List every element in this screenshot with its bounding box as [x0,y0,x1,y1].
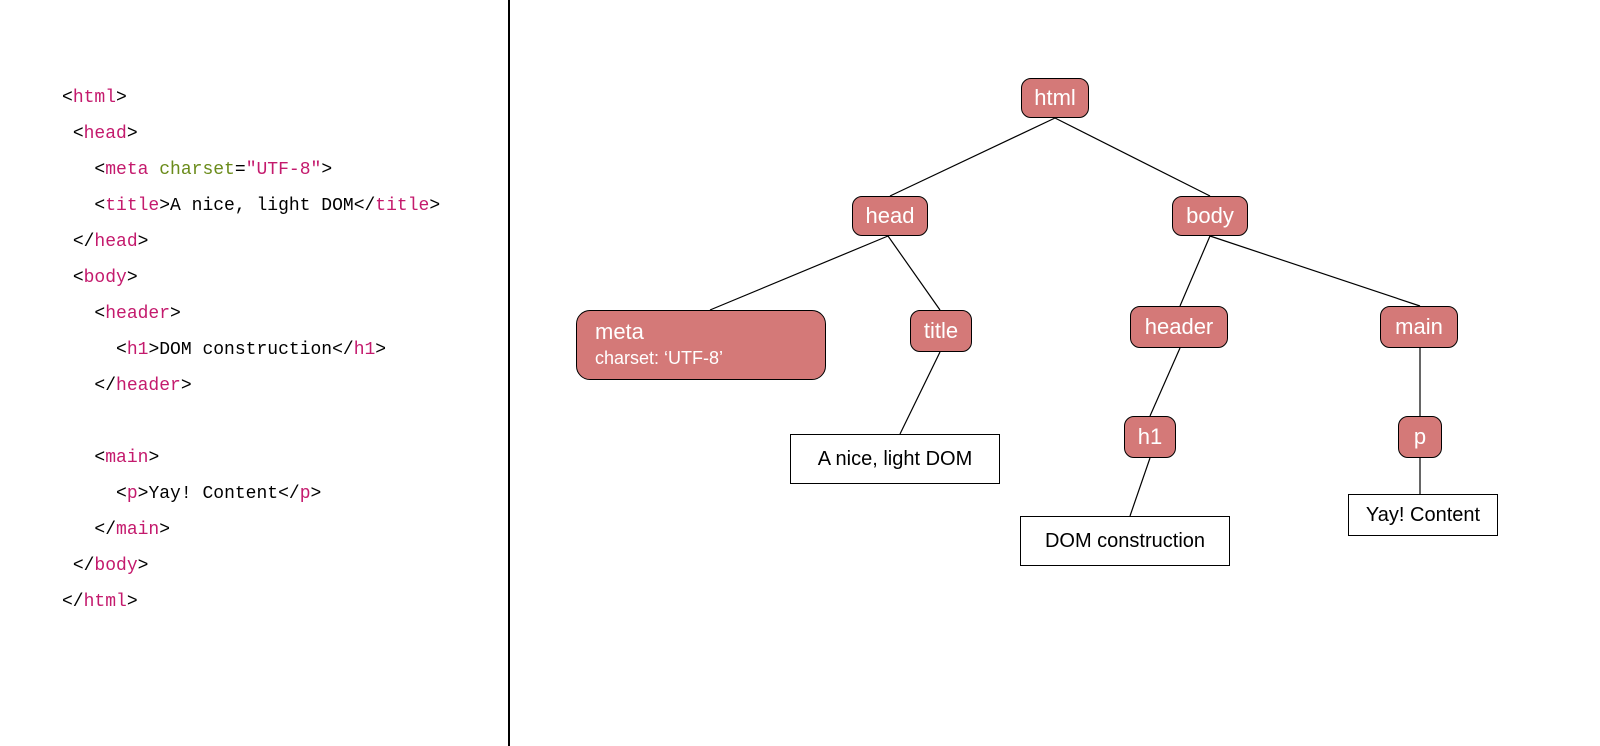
tree-node-head-label: head [866,204,915,228]
tree-leaf-p-text-label: Yay! Content [1366,504,1480,527]
tree-node-meta-label: meta [595,320,644,344]
tree-leaf-h1-text: DOM construction [1020,516,1230,566]
code-tag-head-open: head [84,124,127,144]
tree-node-meta: meta charset: ‘UTF-8’ [576,310,826,380]
tree-node-header-label: header [1145,315,1214,339]
code-tag-p-close: p [300,484,311,504]
code-tag-meta: meta [105,160,148,180]
code-tag-head-close: head [94,232,137,252]
tree-leaf-h1-text-label: DOM construction [1045,530,1205,553]
code-tag-main-close: main [116,520,159,540]
dom-tree-diagram: html head body meta charset: ‘UTF-8’ tit… [510,0,1600,746]
tree-node-title-label: title [924,319,958,343]
code-h1-text: DOM construction [159,340,332,360]
code-tag-title-close: title [375,196,429,216]
code-tag-h1-open: h1 [127,340,149,360]
code-tag-html-close: html [84,592,127,612]
code-tag-body-close: body [94,556,137,576]
tree-node-main-label: main [1395,315,1443,339]
tree-leaf-p-text: Yay! Content [1348,494,1498,536]
code-title-text: A nice, light DOM [170,196,354,216]
tree-node-meta-sub: charset: ‘UTF-8’ [595,346,723,370]
tree-node-p-label: p [1414,425,1426,449]
code-attr-charset: charset [159,160,235,180]
tree-node-title: title [910,310,972,352]
tree-node-head: head [852,196,928,236]
tree-leaf-title-text: A nice, light DOM [790,434,1000,484]
code-p-text: Yay! Content [148,484,278,504]
tree-node-body-label: body [1186,204,1234,228]
tree-leaf-title-text-label: A nice, light DOM [818,448,973,471]
code-tag-title-open: title [105,196,159,216]
tree-node-body: body [1172,196,1248,236]
tree-node-h1-label: h1 [1138,425,1162,449]
code-attr-charset-value: "UTF-8" [246,160,322,180]
tree-node-html: html [1021,78,1089,118]
tree-node-html-label: html [1034,86,1076,110]
code-tag-html-open: html [73,88,116,108]
code-tag-header-close: header [116,376,181,396]
tree-node-main: main [1380,306,1458,348]
code-tag-header-open: header [105,304,170,324]
tree-node-h1: h1 [1124,416,1176,458]
code-tag-h1-close: h1 [354,340,376,360]
code-tag-main-open: main [105,448,148,468]
tree-node-p: p [1398,416,1442,458]
code-tag-p-open: p [127,484,138,504]
tree-node-header: header [1130,306,1228,348]
code-tag-body-open: body [84,268,127,288]
code-block: <html> <head> <meta charset="UTF-8"> <ti… [0,0,510,746]
